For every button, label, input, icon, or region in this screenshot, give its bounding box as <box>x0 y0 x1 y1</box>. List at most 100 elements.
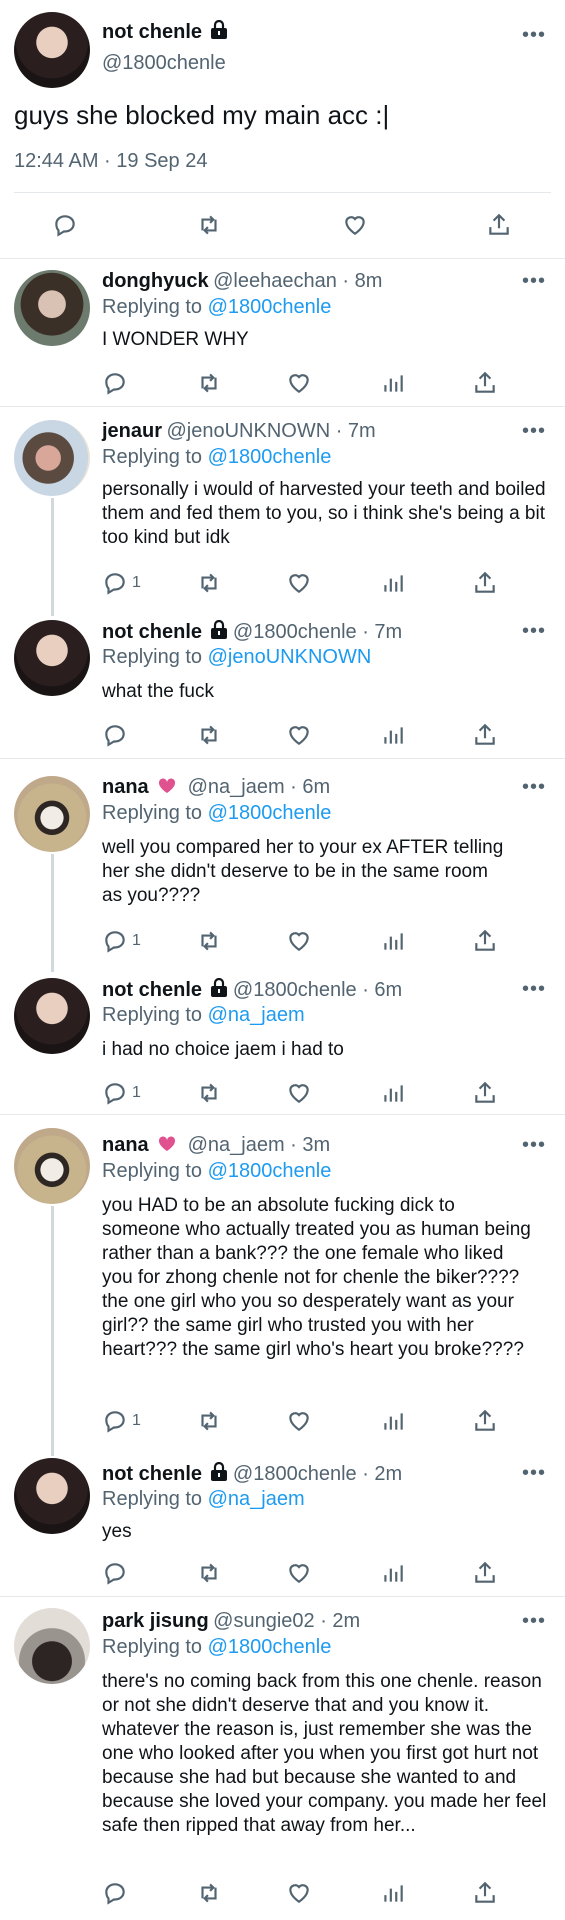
analytics-icon[interactable] <box>380 1080 406 1106</box>
avatar[interactable] <box>14 1458 90 1534</box>
author-name[interactable]: jenaur <box>102 420 162 442</box>
author-name[interactable]: not chenle <box>102 21 202 43</box>
author-handle[interactable]: @sungie02 · 2m <box>213 1610 360 1632</box>
reply-icon[interactable] <box>102 1880 128 1906</box>
more-options-icon[interactable]: ••• <box>522 1134 546 1157</box>
reply-icon[interactable] <box>102 1560 128 1586</box>
analytics-icon[interactable] <box>380 928 406 954</box>
mention-link[interactable]: @1800chenle <box>208 802 332 824</box>
mention-link[interactable]: @jenoUNKNOWN <box>208 646 372 668</box>
retweet-icon[interactable] <box>196 570 222 596</box>
author-handle[interactable]: @1800chenle · 2m <box>233 1463 402 1485</box>
analytics-icon[interactable] <box>380 370 406 396</box>
retweet-icon[interactable] <box>196 1560 222 1586</box>
retweet-icon[interactable] <box>196 1880 222 1906</box>
share-icon[interactable] <box>472 928 498 954</box>
like-icon[interactable] <box>286 1560 312 1586</box>
more-options-icon[interactable]: ••• <box>522 24 546 47</box>
reply-icon[interactable] <box>102 1408 128 1434</box>
analytics-icon[interactable] <box>380 1560 406 1586</box>
reply-header: nana @na_jaem · 3m <box>102 1134 330 1157</box>
more-options-icon[interactable]: ••• <box>522 776 546 799</box>
reply-text: well you compared her to your ex AFTER t… <box>102 837 504 906</box>
share-icon[interactable] <box>472 370 498 396</box>
author-handle[interactable]: @jenoUNKNOWN · 7m <box>166 420 375 442</box>
share-icon[interactable] <box>486 212 512 238</box>
author-handle[interactable]: @na_jaem · 3m <box>188 1134 331 1156</box>
share-icon[interactable] <box>472 1880 498 1906</box>
avatar[interactable] <box>14 978 90 1054</box>
share-icon[interactable] <box>472 1080 498 1106</box>
author-name[interactable]: park jisung <box>102 1610 209 1632</box>
share-icon[interactable] <box>472 570 498 596</box>
replying-to: Replying to @na_jaem <box>102 1004 305 1027</box>
retweet-icon[interactable] <box>196 1080 222 1106</box>
analytics-icon[interactable] <box>380 570 406 596</box>
like-icon[interactable] <box>342 212 368 238</box>
author-name[interactable]: nana <box>102 776 149 798</box>
mention-link[interactable]: @na_jaem <box>208 1004 305 1026</box>
avatar[interactable] <box>14 620 90 696</box>
like-icon[interactable] <box>286 928 312 954</box>
mention-link[interactable]: @1800chenle <box>208 446 332 468</box>
like-icon[interactable] <box>286 722 312 748</box>
reply-icon[interactable] <box>102 928 128 954</box>
author-name[interactable]: not chenle <box>102 621 202 643</box>
reply-icon[interactable] <box>102 370 128 396</box>
like-icon[interactable] <box>286 1408 312 1434</box>
avatar[interactable] <box>14 1128 90 1204</box>
reply-text: i had no choice jaem i had to <box>102 1039 344 1060</box>
mention-link[interactable]: @na_jaem <box>208 1488 305 1510</box>
avatar[interactable] <box>14 270 90 346</box>
reply-icon[interactable] <box>52 212 78 238</box>
share-icon[interactable] <box>472 722 498 748</box>
like-icon[interactable] <box>286 1080 312 1106</box>
more-options-icon[interactable]: ••• <box>522 620 546 643</box>
divider <box>0 758 565 759</box>
retweet-icon[interactable] <box>196 722 222 748</box>
mention-link[interactable]: @1800chenle <box>208 1636 332 1658</box>
reply-icon[interactable] <box>102 722 128 748</box>
author-handle[interactable]: @1800chenle <box>102 52 226 75</box>
analytics-icon[interactable] <box>380 722 406 748</box>
author-name[interactable]: nana <box>102 1134 149 1156</box>
retweet-icon[interactable] <box>196 1408 222 1434</box>
retweet-icon[interactable] <box>196 928 222 954</box>
author-handle[interactable]: @1800chenle · 6m <box>233 979 402 1001</box>
more-options-icon[interactable]: ••• <box>522 978 546 1001</box>
share-icon[interactable] <box>472 1560 498 1586</box>
more-options-icon[interactable]: ••• <box>522 1610 546 1633</box>
replying-to: Replying to @1800chenle <box>102 1160 331 1183</box>
author-name[interactable]: not chenle <box>102 979 202 1001</box>
avatar[interactable] <box>14 1608 90 1684</box>
like-icon[interactable] <box>286 1880 312 1906</box>
author-handle[interactable]: @1800chenle · 7m <box>233 621 402 643</box>
avatar[interactable] <box>14 12 90 88</box>
reply-icon[interactable] <box>102 1080 128 1106</box>
tweet-timestamp[interactable]: 12:44 AM · 19 Sep 24 <box>14 150 207 173</box>
author-name[interactable]: donghyuck <box>102 270 209 292</box>
retweet-icon[interactable] <box>196 370 222 396</box>
analytics-icon[interactable] <box>380 1880 406 1906</box>
reply-icon[interactable] <box>102 570 128 596</box>
reply-count: 1 <box>132 1412 141 1429</box>
mention-link[interactable]: @1800chenle <box>208 296 332 318</box>
author-name-row: not chenle <box>102 20 228 44</box>
share-icon[interactable] <box>472 1408 498 1434</box>
author-handle[interactable]: @leehaechan · 8m <box>213 270 382 292</box>
more-options-icon[interactable]: ••• <box>522 1462 546 1485</box>
more-options-icon[interactable]: ••• <box>522 420 546 443</box>
retweet-icon[interactable] <box>196 212 222 238</box>
author-handle[interactable]: @na_jaem · 6m <box>188 776 331 798</box>
like-icon[interactable] <box>286 370 312 396</box>
like-icon[interactable] <box>286 570 312 596</box>
replying-to-label: Replying to <box>102 1488 208 1510</box>
avatar[interactable] <box>14 420 90 496</box>
author-name[interactable]: not chenle <box>102 1463 202 1485</box>
mention-link[interactable]: @1800chenle <box>208 1160 332 1182</box>
more-options-icon[interactable]: ••• <box>522 270 546 293</box>
analytics-icon[interactable] <box>380 1408 406 1434</box>
thread-line <box>51 1206 54 1456</box>
reply-text: you HAD to be an absolute fucking dick t… <box>102 1195 531 1360</box>
avatar[interactable] <box>14 776 90 852</box>
